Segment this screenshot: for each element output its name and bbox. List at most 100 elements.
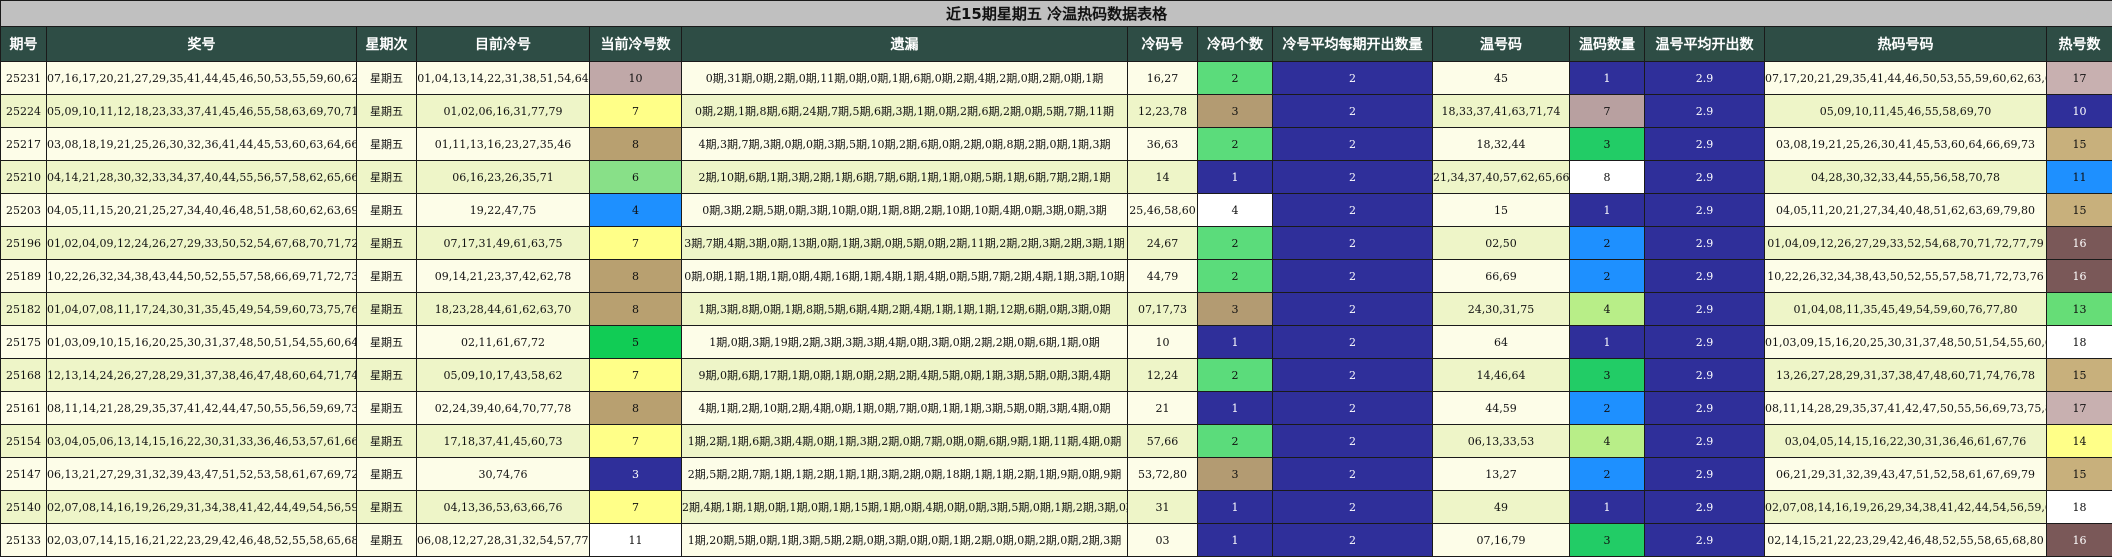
hot-count-cell: 15 [2047, 458, 2112, 491]
hot-count-cell: 17 [2047, 62, 2112, 95]
table-row: 2518201,04,07,08,11,17,24,30,31,35,45,49… [1, 293, 2112, 326]
hot-count-cell: 10 [2047, 95, 2112, 128]
hot-numbers-cell: 08,11,14,28,29,35,37,41,42,47,50,55,56,6… [1765, 392, 2047, 425]
winning-numbers-cell: 12,13,14,24,26,27,28,29,31,37,38,46,47,4… [47, 359, 357, 392]
warm-average-cell: 2.9 [1645, 293, 1765, 326]
missing-periods-cell: 1期,2期,1期,6期,3期,4期,0期,1期,3期,2期,0期,7期,0期,0… [682, 425, 1128, 458]
weekday-cell: 星期五 [357, 458, 417, 491]
weekday-cell: 星期五 [357, 425, 417, 458]
cold-average-cell: 2 [1273, 62, 1433, 95]
issue-cell: 25168 [1, 359, 47, 392]
warm-average-cell: 2.9 [1645, 392, 1765, 425]
cold-count-cell: 1 [1198, 326, 1273, 359]
weekday-cell: 星期五 [357, 194, 417, 227]
cold-average-cell: 2 [1273, 194, 1433, 227]
table-row: 2516108,11,14,21,28,29,35,37,41,42,44,47… [1, 392, 2112, 425]
cold-average-cell: 2 [1273, 95, 1433, 128]
weekday-cell: 星期五 [357, 161, 417, 194]
hot-numbers-cell: 10,22,26,32,34,38,43,50,52,55,57,58,71,7… [1765, 260, 2047, 293]
current-cold-count-cell: 7 [590, 227, 682, 260]
table-row: 2521004,14,21,28,30,32,33,34,37,40,44,55… [1, 161, 2112, 194]
warm-average-cell: 2.9 [1645, 359, 1765, 392]
winning-numbers-cell: 08,11,14,21,28,29,35,37,41,42,44,47,50,5… [47, 392, 357, 425]
column-header: 当前冷号数 [590, 27, 682, 62]
cold-average-cell: 2 [1273, 128, 1433, 161]
winning-numbers-cell: 05,09,10,11,12,18,23,33,37,41,45,46,55,5… [47, 95, 357, 128]
cold-count-cell: 1 [1198, 524, 1273, 557]
current-cold-count-cell: 6 [590, 161, 682, 194]
current-cold-numbers-cell: 05,09,10,17,43,58,62 [417, 359, 590, 392]
cold-average-cell: 2 [1273, 359, 1433, 392]
warm-average-cell: 2.9 [1645, 128, 1765, 161]
table-title: 近15期星期五 冷温热码数据表格 [1, 1, 2112, 27]
cold-count-cell: 4 [1198, 194, 1273, 227]
hot-count-cell: 18 [2047, 491, 2112, 524]
hot-numbers-cell: 04,28,30,32,33,44,55,56,58,70,78 [1765, 161, 2047, 194]
missing-periods-cell: 1期,3期,8期,0期,1期,8期,5期,6期,4期,2期,4期,1期,1期,1… [682, 293, 1128, 326]
cold-count-cell: 2 [1198, 62, 1273, 95]
hot-count-cell: 16 [2047, 227, 2112, 260]
weekday-cell: 星期五 [357, 392, 417, 425]
warm-numbers-cell: 06,13,33,53 [1433, 425, 1570, 458]
issue-cell: 25224 [1, 95, 47, 128]
current-cold-numbers-cell: 02,24,39,40,64,70,77,78 [417, 392, 590, 425]
weekday-cell: 星期五 [357, 326, 417, 359]
missing-periods-cell: 0期,3期,2期,5期,0期,3期,10期,0期,1期,8期,2期,10期,10… [682, 194, 1128, 227]
warm-count-cell: 1 [1570, 491, 1645, 524]
winning-numbers-cell: 04,05,11,15,20,21,25,27,34,40,46,48,51,5… [47, 194, 357, 227]
missing-periods-cell: 1期,0期,3期,19期,2期,3期,3期,3期,4期,0期,3期,0期,2期,… [682, 326, 1128, 359]
current-cold-numbers-cell: 01,11,13,16,23,27,35,46 [417, 128, 590, 161]
missing-periods-cell: 9期,0期,6期,17期,1期,0期,1期,0期,2期,2期,4期,5期,0期,… [682, 359, 1128, 392]
cold-numbers-cell: 07,17,73 [1128, 293, 1198, 326]
hot-count-cell: 13 [2047, 293, 2112, 326]
column-header: 目前冷号 [417, 27, 590, 62]
cold-numbers-cell: 25,46,58,60 [1128, 194, 1198, 227]
table-row: 2516812,13,14,24,26,27,28,29,31,37,38,46… [1, 359, 2112, 392]
cold-count-cell: 1 [1198, 161, 1273, 194]
current-cold-numbers-cell: 18,23,28,44,61,62,63,70 [417, 293, 590, 326]
weekday-cell: 星期五 [357, 128, 417, 161]
warm-numbers-cell: 18,33,37,41,63,71,74 [1433, 95, 1570, 128]
current-cold-numbers-cell: 09,14,21,23,37,42,62,78 [417, 260, 590, 293]
hot-numbers-cell: 01,04,09,12,26,27,29,33,52,54,68,70,71,7… [1765, 227, 2047, 260]
missing-periods-cell: 2期,10期,6期,1期,3期,2期,1期,6期,7期,6期,1期,1期,0期,… [682, 161, 1128, 194]
current-cold-count-cell: 8 [590, 128, 682, 161]
hot-count-cell: 16 [2047, 524, 2112, 557]
warm-average-cell: 2.9 [1645, 95, 1765, 128]
warm-count-cell: 4 [1570, 425, 1645, 458]
warm-count-cell: 8 [1570, 161, 1645, 194]
current-cold-count-cell: 4 [590, 194, 682, 227]
current-cold-count-cell: 8 [590, 392, 682, 425]
hot-numbers-cell: 07,17,20,21,29,35,41,44,46,50,53,55,59,6… [1765, 62, 2047, 95]
cold-average-cell: 2 [1273, 161, 1433, 194]
warm-count-cell: 2 [1570, 227, 1645, 260]
cold-count-cell: 3 [1198, 458, 1273, 491]
missing-periods-cell: 4期,3期,7期,3期,0期,0期,3期,5期,10期,2期,6期,0期,2期,… [682, 128, 1128, 161]
hot-count-cell: 14 [2047, 425, 2112, 458]
warm-numbers-cell: 45 [1433, 62, 1570, 95]
column-header: 遗漏 [682, 27, 1128, 62]
weekday-cell: 星期五 [357, 293, 417, 326]
hot-count-cell: 15 [2047, 359, 2112, 392]
winning-numbers-cell: 02,03,07,14,15,16,21,22,23,29,42,46,48,5… [47, 524, 357, 557]
table-row: 2514706,13,21,27,29,31,32,39,43,47,51,52… [1, 458, 2112, 491]
issue-cell: 25133 [1, 524, 47, 557]
warm-numbers-cell: 07,16,79 [1433, 524, 1570, 557]
cold-average-cell: 2 [1273, 392, 1433, 425]
hot-numbers-cell: 02,14,15,21,22,23,29,42,46,48,52,55,58,6… [1765, 524, 2047, 557]
winning-numbers-cell: 01,02,04,09,12,24,26,27,29,33,50,52,54,6… [47, 227, 357, 260]
current-cold-count-cell: 3 [590, 458, 682, 491]
hot-count-cell: 11 [2047, 161, 2112, 194]
warm-count-cell: 1 [1570, 62, 1645, 95]
cold-count-cell: 2 [1198, 425, 1273, 458]
hot-numbers-cell: 02,07,08,14,16,19,26,29,34,38,41,42,44,5… [1765, 491, 2047, 524]
missing-periods-cell: 1期,20期,5期,0期,1期,3期,5期,2期,0期,3期,0期,0期,1期,… [682, 524, 1128, 557]
cold-average-cell: 2 [1273, 326, 1433, 359]
warm-numbers-cell: 18,32,44 [1433, 128, 1570, 161]
issue-cell: 25140 [1, 491, 47, 524]
warm-count-cell: 4 [1570, 293, 1645, 326]
warm-count-cell: 7 [1570, 95, 1645, 128]
weekday-cell: 星期五 [357, 227, 417, 260]
column-header: 冷码个数 [1198, 27, 1273, 62]
column-header: 热码号码 [1765, 27, 2047, 62]
